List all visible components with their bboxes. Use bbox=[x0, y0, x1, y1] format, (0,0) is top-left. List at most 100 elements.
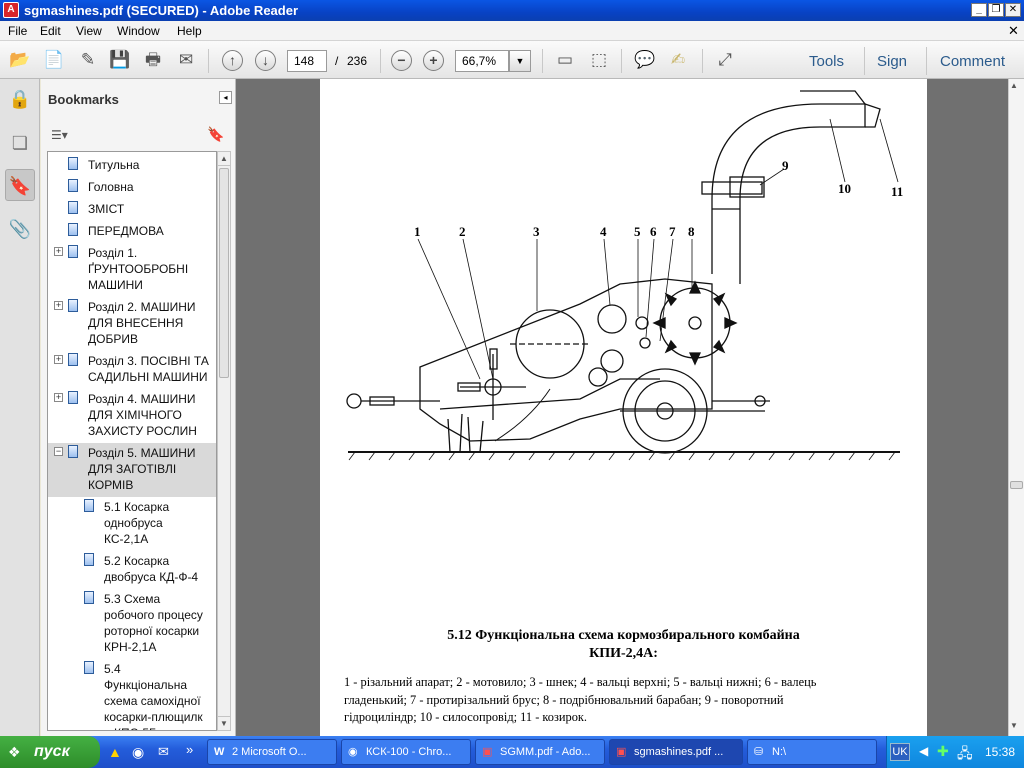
fit-width-icon[interactable]: ⬚ bbox=[587, 48, 611, 72]
close-document-icon[interactable]: ✕ bbox=[1008, 23, 1019, 39]
restore-button[interactable]: ❐ bbox=[988, 3, 1004, 17]
minimize-button[interactable]: _ bbox=[971, 3, 987, 17]
zoom-in-button[interactable]: + bbox=[423, 50, 444, 71]
expand-collapse-icon[interactable]: − bbox=[54, 447, 63, 456]
expand-collapse-icon[interactable]: + bbox=[54, 355, 63, 364]
menu-edit[interactable]: Edit bbox=[40, 24, 61, 38]
bookmark-item[interactable]: + Розділ 1. ҐРУНТООБРОБНІ МАШИНИ bbox=[48, 243, 216, 297]
pdf-icon: ▣ bbox=[616, 746, 627, 758]
expand-collapse-icon[interactable]: + bbox=[54, 301, 63, 310]
diagram-label-5: 5 bbox=[634, 224, 641, 239]
attachments-icon[interactable]: 📎 bbox=[5, 213, 35, 245]
tray-app-icon[interactable]: ✚ bbox=[937, 743, 949, 760]
more-quicklaunch-icon[interactable]: » bbox=[186, 742, 193, 757]
bookmark-item[interactable]: ПЕРЕДМОВА bbox=[48, 221, 216, 243]
sign-link[interactable]: Sign bbox=[877, 53, 907, 70]
zoom-dropdown-icon[interactable]: ▼ bbox=[509, 50, 531, 72]
zoom-out-button[interactable]: − bbox=[391, 50, 412, 71]
bookmark-label: и КПС-5Г bbox=[104, 725, 156, 730]
scroll-thumb[interactable] bbox=[1010, 481, 1023, 489]
bookmark-icon bbox=[84, 553, 94, 566]
bookmark-label: САДИЛЬНІ МАШИНИ bbox=[88, 370, 208, 384]
menu-window[interactable]: Window bbox=[117, 24, 160, 38]
highlight-icon[interactable]: ✍ bbox=[666, 48, 690, 72]
bookmark-icon bbox=[68, 157, 78, 170]
outlook-quicklaunch-icon[interactable]: ✉ bbox=[158, 744, 169, 760]
bookmark-item[interactable]: + Розділ 3. ПОСІВНІ ТА САДИЛЬНІ МАШИНИ bbox=[48, 351, 216, 389]
zoom-input[interactable]: 66,7% bbox=[455, 50, 509, 72]
tray-arrow-icon[interactable]: ◀ bbox=[919, 744, 928, 758]
diagram-label-8: 8 bbox=[688, 224, 695, 239]
save-icon[interactable]: 💾 bbox=[108, 48, 132, 72]
menu-view[interactable]: View bbox=[76, 24, 102, 38]
scroll-up-icon[interactable]: ▲ bbox=[1010, 81, 1018, 90]
diagram-label-10: 10 bbox=[838, 181, 851, 196]
edit-icon[interactable]: ✎ bbox=[76, 48, 100, 72]
diagram-label-9: 9 bbox=[782, 158, 789, 173]
print-icon[interactable]: 🖶 bbox=[141, 48, 165, 72]
language-indicator[interactable]: UK bbox=[890, 743, 910, 761]
comment-link[interactable]: Comment bbox=[940, 53, 1005, 70]
bookmark-item[interactable]: Головна bbox=[48, 177, 216, 199]
bookmarks-panel-icon[interactable]: 🔖 bbox=[5, 169, 35, 201]
full-screen-icon[interactable]: ⤢ bbox=[713, 48, 737, 72]
scroll-down-icon[interactable]: ▼ bbox=[218, 716, 230, 730]
bookmark-item[interactable]: − Розділ 5. МАШИНИ ДЛЯ ЗАГОТІВЛІ КОРМІВ bbox=[48, 443, 216, 497]
task-microsoft-office[interactable]: W2 Microsoft O... bbox=[207, 739, 337, 765]
menu-help[interactable]: Help bbox=[177, 24, 202, 38]
bookmark-options-icon[interactable]: ☰▾ bbox=[51, 128, 68, 142]
document-scrollbar[interactable]: ▲ ▼ bbox=[1008, 79, 1024, 736]
task-network-drive[interactable]: ⛁ N:\ bbox=[747, 739, 877, 765]
expand-collapse-icon[interactable]: + bbox=[54, 247, 63, 256]
bookmark-item[interactable]: + Розділ 4. МАШИНИ ДЛЯ ХІМІЧНОГО ЗАХИСТУ РО… bbox=[48, 389, 216, 443]
lock-icon[interactable]: 🔒 bbox=[5, 83, 35, 115]
bookmark-label: МАШИНИ bbox=[88, 278, 143, 292]
diagram-label-3: 3 bbox=[533, 224, 540, 239]
toolbar-separator bbox=[380, 49, 381, 73]
network-icon[interactable]: 🖧 bbox=[957, 743, 973, 767]
close-button[interactable]: ✕ bbox=[1005, 3, 1021, 17]
next-page-button[interactable]: ↓ bbox=[255, 50, 276, 71]
word-icon: W bbox=[214, 746, 225, 758]
bookmark-item[interactable]: 5.1 Косарка однобруса КС-2,1А bbox=[48, 497, 216, 551]
tools-link[interactable]: Tools bbox=[809, 53, 844, 70]
task-sgmm-pdf[interactable]: ▣ SGMM.pdf - Ado... bbox=[475, 739, 605, 765]
bookmark-item[interactable]: + Розділ 2. МАШИНИ ДЛЯ ВНЕСЕННЯ ДОБРИВ bbox=[48, 297, 216, 351]
figure-caption-line-1: 5.12 Функціональна схема кормозбиральног… bbox=[447, 628, 800, 643]
bookmark-item[interactable]: 5.4 Функціональна схема самохідної косарки-… bbox=[48, 659, 216, 730]
page-number-input[interactable]: 148 bbox=[287, 50, 327, 72]
chrome-quicklaunch-icon[interactable]: ◉ bbox=[132, 744, 144, 761]
bookmarks-title: Bookmarks bbox=[48, 92, 119, 107]
menu-file[interactable]: File bbox=[8, 24, 27, 38]
quicklaunch-icon[interactable]: ▲ bbox=[108, 744, 122, 760]
bookmark-label: КРН-2,1А bbox=[104, 640, 157, 654]
new-bookmark-icon[interactable]: 🔖 bbox=[207, 126, 224, 143]
start-button[interactable]: ❖ пуск bbox=[0, 736, 100, 768]
bookmark-item[interactable]: Титульна bbox=[48, 155, 216, 177]
fit-page-icon[interactable]: ▭ bbox=[553, 48, 577, 72]
bookmark-label: ЗАХИСТУ РОСЛИН bbox=[88, 424, 197, 438]
bookmark-item[interactable]: 5.3 Схема робочого процесу роторної косарк… bbox=[48, 589, 216, 659]
previous-page-button[interactable]: ↑ bbox=[222, 50, 243, 71]
sticky-note-icon[interactable]: 💬 bbox=[633, 48, 657, 72]
page-separator: / bbox=[335, 54, 339, 68]
open-icon[interactable]: 📂 bbox=[8, 48, 32, 72]
page-thumbnails-icon[interactable]: ❏ bbox=[5, 127, 35, 159]
bookmark-icon bbox=[84, 499, 94, 512]
scroll-up-icon[interactable]: ▲ bbox=[218, 152, 230, 166]
system-tray: UK ◀ ✚ 🖧 15:38 bbox=[886, 736, 1024, 768]
bookmark-item[interactable]: ЗМІСТ bbox=[48, 199, 216, 221]
bookmark-label: ДОБРИВ bbox=[88, 332, 138, 346]
scroll-down-icon[interactable]: ▼ bbox=[1010, 721, 1018, 730]
bookmark-label: ДЛЯ ХІМІЧНОГО bbox=[88, 408, 182, 422]
task-chrome[interactable]: ◉ КСК-100 - Chro... bbox=[341, 739, 471, 765]
bookmark-scrollbar[interactable]: ▲ ▼ bbox=[217, 151, 231, 731]
expand-collapse-icon[interactable]: + bbox=[54, 393, 63, 402]
create-pdf-icon[interactable]: 📄 bbox=[42, 48, 66, 72]
bookmark-label: 5.1 Косарка bbox=[104, 500, 170, 514]
bookmark-item[interactable]: 5.2 Косарка двобруса КД-Ф-4 bbox=[48, 551, 216, 589]
collapse-panel-icon[interactable]: ◂ bbox=[219, 91, 232, 104]
task-sgmashines-pdf[interactable]: ▣ sgmashines.pdf ... bbox=[609, 739, 743, 765]
scroll-thumb[interactable] bbox=[219, 168, 229, 378]
email-icon[interactable]: ✉ bbox=[174, 48, 198, 72]
